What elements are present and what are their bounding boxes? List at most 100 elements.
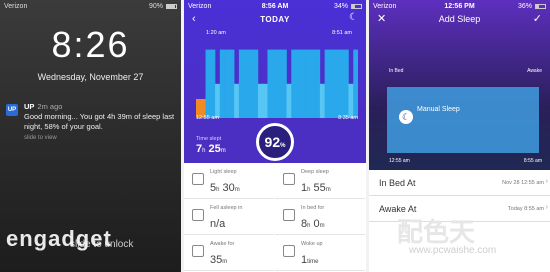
chart-bar — [205, 49, 211, 118]
stat-fell-asleep-in: Fell asleep in n/a — [184, 199, 274, 235]
moon-icon: ☾ — [399, 110, 413, 124]
chevron-right-icon: › — [545, 204, 548, 211]
status-bar: Verizon 90% — [0, 0, 181, 12]
stat-light-sleep: Light sleep 5h 30m — [184, 163, 274, 199]
chart-bar — [224, 49, 230, 118]
stat-value: n/a — [210, 218, 226, 230]
notification[interactable]: UP UP 2m ago Good morning... You got 4h 3… — [6, 102, 175, 143]
chart-time-left: 12:55 am — [196, 115, 219, 121]
stat-label: Light sleep — [210, 169, 237, 175]
watermark-url: www.pcwaishe.com — [409, 245, 497, 256]
bed-icon — [283, 209, 295, 221]
chart-bar — [215, 83, 221, 118]
chart-time-start: 1:20 am — [206, 30, 226, 36]
chart-bar — [324, 49, 330, 118]
chart-bar — [343, 49, 349, 118]
manual-sleep-label: Manual Sleep — [417, 106, 460, 113]
chart-bar — [329, 49, 335, 118]
status-bar: Verizon 8:56 AM 34% — [184, 0, 366, 12]
battery-icon — [351, 3, 362, 9]
chart-bar — [272, 49, 278, 118]
stat-value: 8h 0m — [301, 218, 325, 230]
chart-bar — [353, 49, 358, 118]
chart-bar — [291, 49, 297, 118]
checkmark-icon[interactable]: ✓ — [533, 12, 542, 25]
in-bed-label: In Bed — [389, 68, 404, 74]
chart-bar — [234, 83, 240, 118]
in-bed-at-key: In Bed At — [379, 178, 416, 188]
awake-label: Awake — [527, 68, 542, 74]
lock-date: Wednesday, November 27 — [37, 72, 144, 82]
lock-screen: Verizon 90% 8:26 Wednesday, November 27 … — [0, 0, 181, 272]
chart-bar — [310, 49, 316, 118]
chart-bar — [281, 49, 287, 118]
light-sleep-icon — [192, 173, 204, 185]
sleep-chart — [196, 49, 358, 118]
chart-bar — [305, 49, 311, 118]
carrier: Verizon — [4, 2, 28, 10]
stat-value: 35m — [210, 254, 228, 266]
chart-bar — [286, 83, 292, 118]
chart-bar — [319, 83, 325, 118]
today-screen: Verizon 8:56 AM 34% ‹ TODAY ☾ 1:20 am 8:… — [184, 0, 366, 272]
stat-in-bed-for: In bed for 8h 0m — [275, 199, 365, 235]
chart-time-right: 8:35 am — [338, 115, 358, 121]
chart-bar — [229, 49, 235, 118]
stat-label: In bed for — [301, 205, 325, 211]
stat-label: Awake for — [210, 241, 235, 247]
wake-icon — [283, 245, 295, 257]
notification-action: slide to view — [24, 135, 57, 141]
in-bed-at-row[interactable]: In Bed At Nov 28 12:55 am › — [369, 170, 550, 196]
deep-sleep-icon — [283, 173, 295, 185]
chart-bar — [277, 49, 283, 118]
stats-grid: Light sleep 5h 30m Deep sleep 1h 55m Fell as… — [184, 163, 366, 272]
notification-app: UP — [24, 102, 35, 111]
goal-percent: 92% — [256, 123, 294, 161]
stat-deep-sleep: Deep sleep 1h 55m — [275, 163, 365, 199]
moon-plus-icon[interactable]: ☾ — [349, 12, 358, 23]
cn-watermark: 配色天 — [397, 217, 476, 247]
stat-label: Fell asleep in — [210, 205, 243, 211]
stat-woke-up: Woke up 1time — [275, 235, 365, 271]
battery-icon — [535, 3, 546, 9]
page-title: TODAY — [260, 15, 290, 24]
page-title: Add Sleep — [438, 14, 481, 24]
in-bed-at-value: Nov 28 12:55 am — [502, 180, 544, 186]
stat-label: Woke up — [301, 241, 323, 247]
alarm-icon — [192, 245, 204, 257]
clock: 12:56 PM — [444, 2, 475, 10]
chart-bar — [210, 49, 216, 118]
engadget-watermark: engadget — [6, 226, 112, 251]
chevron-right-icon: › — [545, 178, 548, 185]
chart-bar — [348, 83, 354, 118]
battery-percent: 90% — [148, 2, 163, 10]
up-app-icon: UP — [6, 104, 18, 116]
lock-time: 8:26 — [51, 24, 130, 65]
chart-bar — [248, 49, 254, 118]
clock: 8:56 AM — [261, 2, 289, 10]
chart-bar — [253, 49, 259, 118]
stat-awake-for: Awake for 35m — [184, 235, 274, 271]
chart-bar — [334, 49, 340, 118]
time-slept-value: 7h 25m — [196, 143, 226, 155]
chart-bar — [219, 49, 225, 118]
stat-value: 1h 55m — [301, 182, 331, 194]
chart-bar — [262, 83, 268, 118]
stat-value: 1time — [301, 254, 319, 266]
chart-bar — [267, 49, 273, 118]
awake-at-value: Today 8:55 am — [507, 206, 544, 212]
chart-bar — [296, 49, 302, 118]
notification-time: 2m ago — [37, 102, 63, 111]
stat-label: Deep sleep — [301, 169, 329, 175]
end-time: 8:55 am — [523, 158, 542, 164]
chart-bar — [300, 49, 306, 118]
battery-icon — [166, 3, 177, 9]
add-sleep-screen: Verizon 12:56 PM 36% ✕ Add Sleep ✓ In Be… — [369, 0, 550, 272]
start-time: 12:55 am — [389, 158, 410, 164]
chart-bar — [243, 49, 249, 118]
chart-bar — [338, 49, 344, 118]
chart-time-end: 8:51 am — [332, 30, 352, 36]
status-bar: Verizon 12:56 PM 36% — [369, 0, 550, 12]
chart-bar — [238, 49, 244, 118]
zzz-icon — [192, 209, 204, 221]
